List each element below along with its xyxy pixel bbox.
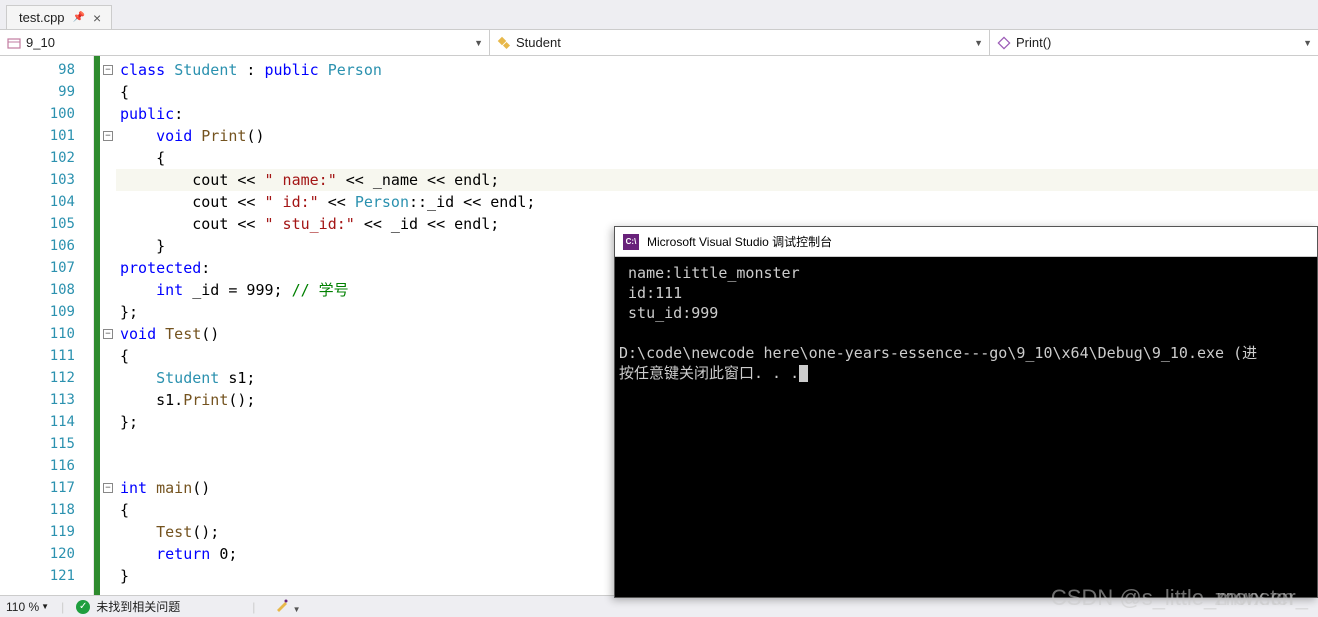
fold-gutter: − − − − [100,56,116,595]
line-number: 116 [0,455,93,477]
line-number: 119 [0,521,93,543]
chevron-down-icon: ▼ [974,38,983,48]
line-number: 101 [0,125,93,147]
line-number: 115 [0,433,93,455]
line-number: 114 [0,411,93,433]
line-number: 99 [0,81,93,103]
member-text: Print() [1016,35,1299,50]
line-number-gutter: 9899100101102103104105106107108109110111… [0,56,94,595]
line-number: 103 [0,169,93,191]
line-number: 98 [0,59,93,81]
close-icon[interactable]: × [93,11,101,25]
code-line[interactable]: { [116,147,1318,169]
line-number: 108 [0,279,93,301]
code-line[interactable]: { [116,81,1318,103]
line-number: 118 [0,499,93,521]
fold-toggle[interactable]: − [103,329,113,339]
console-output: name:little_monster id:111 stu_id:999 D:… [615,257,1317,597]
class-dropdown[interactable]: Student ▼ [490,30,990,55]
navigation-bar: 9_10 ▼ Student ▼ Print() ▼ [0,30,1318,56]
class-text: Student [516,35,970,50]
fold-toggle[interactable]: − [103,483,113,493]
line-number: 100 [0,103,93,125]
code-line[interactable]: void Print() [116,125,1318,147]
line-number: 106 [0,235,93,257]
tab-filename: test.cpp [19,10,65,25]
line-number: 113 [0,389,93,411]
line-number: 117 [0,477,93,499]
line-number: 120 [0,543,93,565]
line-number: 111 [0,345,93,367]
debug-console-window[interactable]: C:\ Microsoft Visual Studio 调试控制台 name:l… [614,226,1318,598]
issues-text: 未找到相关问题 [96,598,180,615]
vs-icon: C:\ [623,234,639,250]
code-line[interactable]: public: [116,103,1318,125]
chevron-down-icon: ▼ [474,38,483,48]
chevron-down-icon: ▼ [41,602,49,611]
zoom-value: 110 % [6,600,39,614]
member-dropdown[interactable]: Print() ▼ [990,30,1318,55]
tab-bar: test.cpp 📌 × [0,0,1318,30]
line-number: 121 [0,565,93,587]
check-icon: ✓ [76,600,90,614]
line-number: 109 [0,301,93,323]
status-bar: 110 % ▼ | ✓ 未找到相关问题 | ▼ [0,595,1318,617]
fold-toggle[interactable]: − [103,65,113,75]
scope-text: 9_10 [26,35,470,50]
chevron-down-icon: ▼ [1303,38,1312,48]
console-titlebar[interactable]: C:\ Microsoft Visual Studio 调试控制台 [615,227,1317,257]
code-line[interactable]: class Student : public Person [116,59,1318,81]
line-number: 104 [0,191,93,213]
code-line[interactable]: cout << " id:" << Person::_id << endl; [116,191,1318,213]
scope-dropdown[interactable]: 9_10 ▼ [0,30,490,55]
zoom-control[interactable]: 110 % ▼ [6,600,49,614]
method-icon [996,35,1012,51]
code-line[interactable]: cout << " name:" << _name << endl; [116,169,1318,191]
project-icon [6,35,22,51]
class-icon [496,35,512,51]
file-tab[interactable]: test.cpp 📌 × [6,5,112,29]
line-number: 102 [0,147,93,169]
pin-icon[interactable]: 📌 [73,12,85,23]
fold-toggle[interactable]: − [103,131,113,141]
line-number: 112 [0,367,93,389]
console-title-text: Microsoft Visual Studio 调试控制台 [647,233,832,250]
brush-icon[interactable]: ▼ [275,598,300,615]
line-number: 107 [0,257,93,279]
issues-status[interactable]: ✓ 未找到相关问题 [76,598,180,615]
line-number: 110 [0,323,93,345]
line-number: 105 [0,213,93,235]
